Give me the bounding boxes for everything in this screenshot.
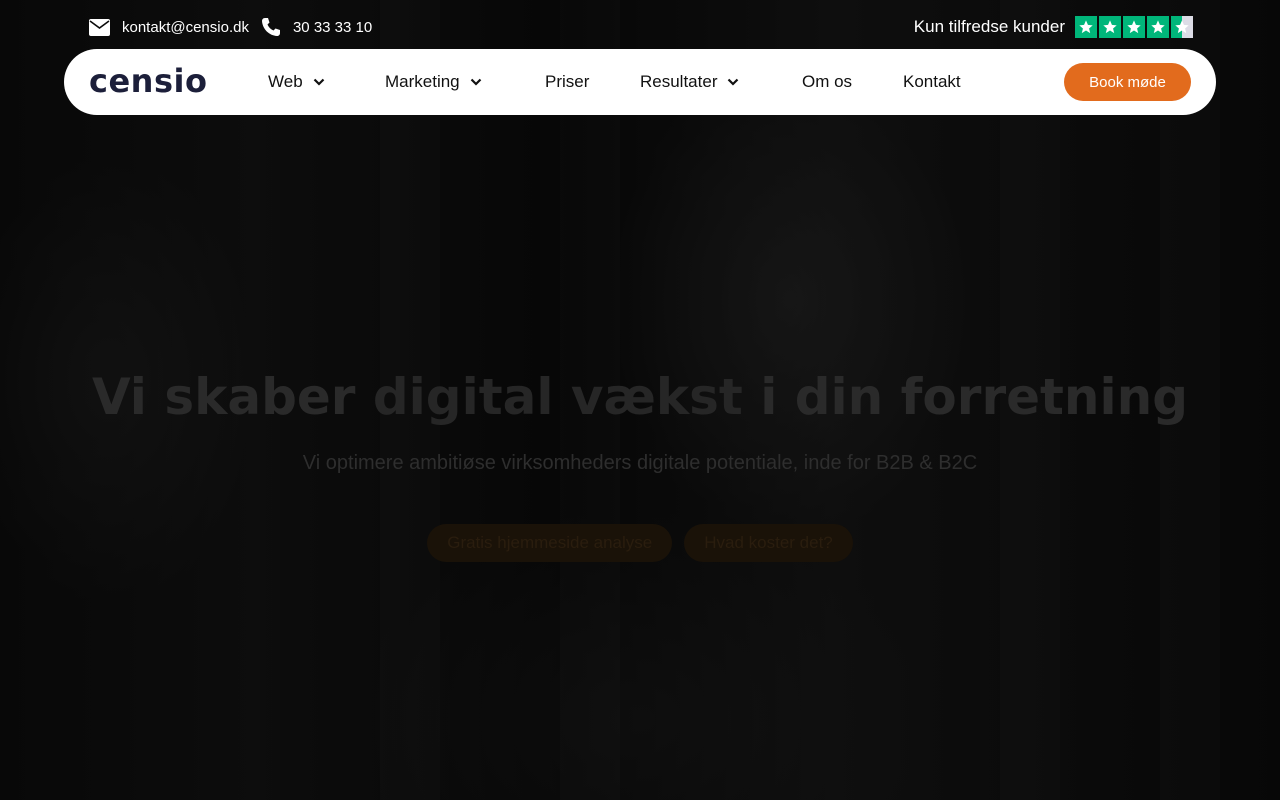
nav-item-web[interactable]: Web [268,69,325,95]
headline-post: i din forretning [742,368,1189,426]
half-star-icon [1171,16,1193,38]
nav-item-label: Priser [545,72,590,91]
nav-item-label: Resultater [640,72,718,91]
email-text: kontakt@censio.dk [122,18,249,36]
star-icon [1075,16,1097,38]
chevron-down-icon [470,78,481,86]
logo-text: censio [89,62,208,100]
nav-item-priser[interactable]: Priser [545,69,589,95]
hero-buttons: Gratis hjemmeside analyse Hvad koster de… [0,524,1280,562]
chevron-down-icon [313,78,324,86]
censio-logo[interactable]: censio [89,63,207,99]
nav-item-resultater[interactable]: Resultater [640,69,739,95]
star-icon [1099,16,1121,38]
headline-bold: digital vækst [372,368,743,426]
chevron-down-icon [728,78,739,86]
email-link[interactable]: kontakt@censio.dk [89,18,249,36]
contact-info: kontakt@censio.dk 30 33 33 10 [89,17,384,37]
nav-item-label: Om os [802,72,853,91]
envelope-icon [89,18,110,36]
trustpilot-rating[interactable]: Kun tilfredse kunder [914,16,1193,38]
nav-item-label: Web [268,72,303,91]
top-bar: kontakt@censio.dk 30 33 33 10 Kun tilfre… [89,12,1193,42]
nav-item-kontakt[interactable]: Kontakt [903,69,961,95]
rating-stars [1075,16,1193,38]
phone-icon [261,18,280,36]
star-icon [1147,16,1169,38]
hero-headline: Vi skaber digital vækst i din forretning [0,368,1280,426]
hero-subtitle: Vi optimere ambitiøse virksomheders digi… [302,452,978,474]
nav-item-label: Kontakt [903,72,961,91]
free-analysis-button[interactable]: Gratis hjemmeside analyse [427,524,673,562]
nav-item-label: Marketing [385,72,460,91]
nav-item-om-os[interactable]: Om os [802,69,852,95]
book-meeting-button[interactable]: Book møde [1064,63,1191,101]
phone-text: 30 33 33 10 [292,18,373,36]
headline-pre: Vi skaber [91,368,373,426]
star-icon [1123,16,1145,38]
main-navigation: censio Web Marketing Priser Resultater O… [64,49,1216,115]
phone-link[interactable]: 30 33 33 10 [261,17,372,37]
nav-item-marketing[interactable]: Marketing [385,69,482,95]
pricing-question-button[interactable]: Hvad koster det? [684,524,853,562]
trust-label: Kun tilfredse kunder [913,17,1065,36]
